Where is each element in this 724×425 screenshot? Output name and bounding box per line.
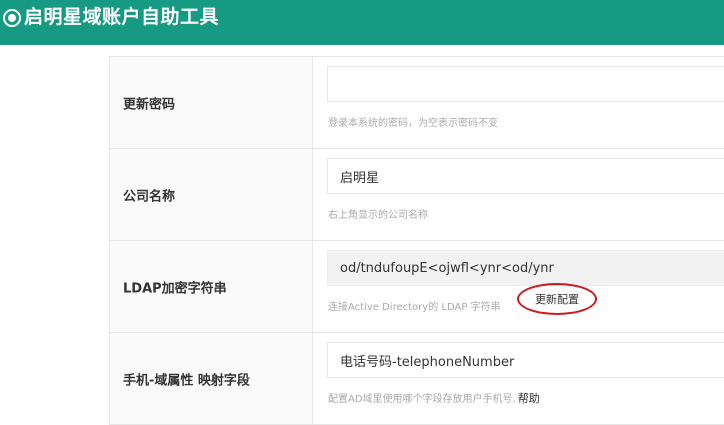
password-label: 更新密码: [123, 97, 176, 112]
form-row-company: 公司名称 右上角显示的公司名称: [109, 149, 724, 241]
label-cell: 手机-域属性 映射字段: [110, 333, 313, 424]
company-name-input[interactable]: [327, 158, 724, 194]
company-help: 右上角显示的公司名称: [328, 210, 428, 221]
radio-selected-icon: [3, 9, 21, 27]
phone-mapping-help: 配置AD域里使用哪个字段存放用户手机号, 帮助: [328, 390, 540, 406]
label-cell: 更新密码: [110, 57, 313, 148]
ldap-label: LDAP加密字符串: [123, 281, 227, 296]
form-row-phone-mapping: 手机-域属性 映射字段 配置AD域里使用哪个字段存放用户手机号,帮助: [109, 333, 724, 425]
phone-mapping-label: 手机-域属性 映射字段: [123, 373, 250, 388]
help-link[interactable]: 帮助: [518, 392, 540, 405]
form-row-password: 更新密码 登录本系统的密码，为空表示密码不变: [109, 57, 724, 149]
password-help: 登录本系统的密码，为空表示密码不变: [328, 118, 498, 129]
company-label: 公司名称: [123, 189, 176, 204]
phone-mapping-input[interactable]: [327, 342, 724, 378]
label-cell: 公司名称: [110, 149, 313, 240]
settings-form: 更新密码 登录本系统的密码，为空表示密码不变 公司名称 右上角显示的公司名称 L…: [109, 56, 724, 425]
ldap-help: 连接Active Directory的 LDAP 字符串: [328, 302, 501, 313]
update-config-button[interactable]: 更新配置: [517, 283, 597, 315]
form-row-ldap: LDAP加密字符串 连接Active Directory的 LDAP 字符串 更…: [109, 241, 724, 333]
input-cell: 连接Active Directory的 LDAP 字符串 更新配置: [314, 241, 724, 332]
password-input[interactable]: [327, 66, 724, 102]
input-cell: 登录本系统的密码，为空表示密码不变: [314, 57, 724, 148]
label-cell: LDAP加密字符串: [110, 241, 313, 332]
update-config-label: 更新配置: [535, 293, 579, 306]
phone-mapping-help-text: 配置AD域里使用哪个字段存放用户手机号,: [328, 394, 516, 405]
top-bar: 启明星域账户自助工具: [0, 0, 724, 45]
input-cell: 右上角显示的公司名称: [314, 149, 724, 240]
input-cell: 配置AD域里使用哪个字段存放用户手机号,帮助: [314, 333, 724, 424]
ldap-string-input[interactable]: [327, 250, 724, 286]
app-title: 启明星域账户自助工具: [24, 6, 220, 28]
